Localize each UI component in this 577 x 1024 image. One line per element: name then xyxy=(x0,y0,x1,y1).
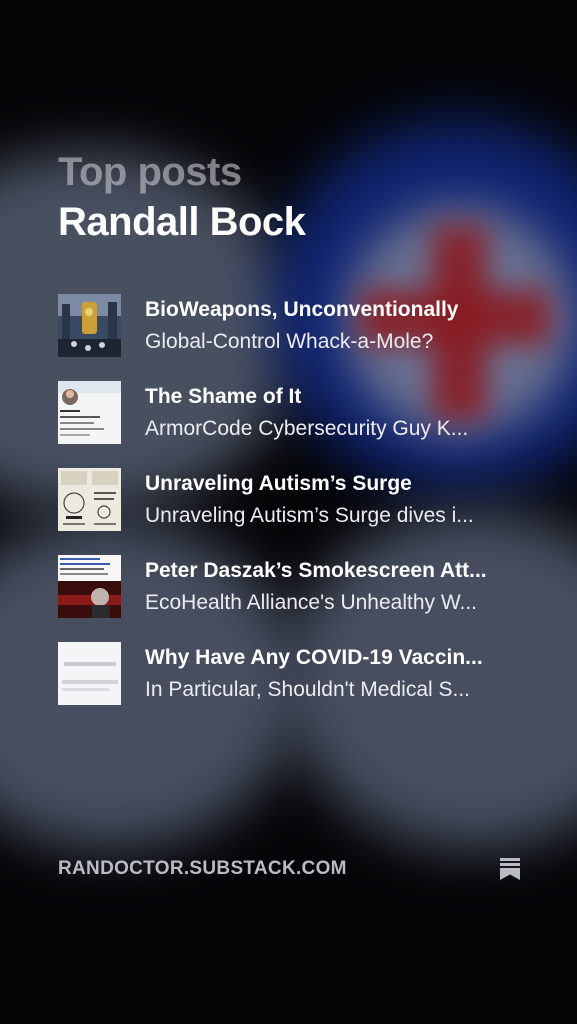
post-item[interactable]: Unraveling Autism’s Surge Unraveling Aut… xyxy=(58,468,520,531)
post-item[interactable]: BioWeapons, Unconventionally Global-Cont… xyxy=(58,294,520,357)
post-item[interactable]: Why Have Any COVID-19 Vaccin... In Parti… xyxy=(58,642,520,705)
news-screenshot-thumbnail xyxy=(58,555,121,618)
document-thumbnail xyxy=(58,642,121,705)
author-name: Randall Bock xyxy=(58,200,306,244)
profile-screenshot-thumbnail xyxy=(58,381,121,444)
illustration-thumbnail xyxy=(58,294,121,357)
section-kicker: Top posts xyxy=(58,150,242,194)
post-subtitle: In Particular, Shouldn't Medical S... xyxy=(145,678,471,701)
substack-logo-icon xyxy=(500,858,520,880)
post-subtitle: Global-Control Whack-a-Mole? xyxy=(145,330,434,353)
top-posts-list: BioWeapons, Unconventionally Global-Cont… xyxy=(58,294,520,729)
post-title: The Shame of It xyxy=(145,385,302,408)
post-title: Peter Daszak’s Smokescreen Att... xyxy=(145,559,487,582)
post-subtitle: Unraveling Autism’s Surge dives i... xyxy=(145,504,474,527)
post-subtitle: ArmorCode Cybersecurity Guy K... xyxy=(145,417,469,440)
post-title: Unraveling Autism’s Surge xyxy=(145,472,412,495)
publication-domain[interactable]: RANDOCTOR.SUBSTACK.COM xyxy=(58,858,347,880)
post-item[interactable]: The Shame of It ArmorCode Cybersecurity … xyxy=(58,381,520,444)
post-title: BioWeapons, Unconventionally xyxy=(145,298,459,321)
post-subtitle: EcoHealth Alliance's Unhealthy W... xyxy=(145,591,478,614)
post-title: Why Have Any COVID-19 Vaccin... xyxy=(145,646,483,669)
infographic-thumbnail xyxy=(58,468,121,531)
post-item[interactable]: Peter Daszak’s Smokescreen Att... EcoHea… xyxy=(58,555,520,618)
